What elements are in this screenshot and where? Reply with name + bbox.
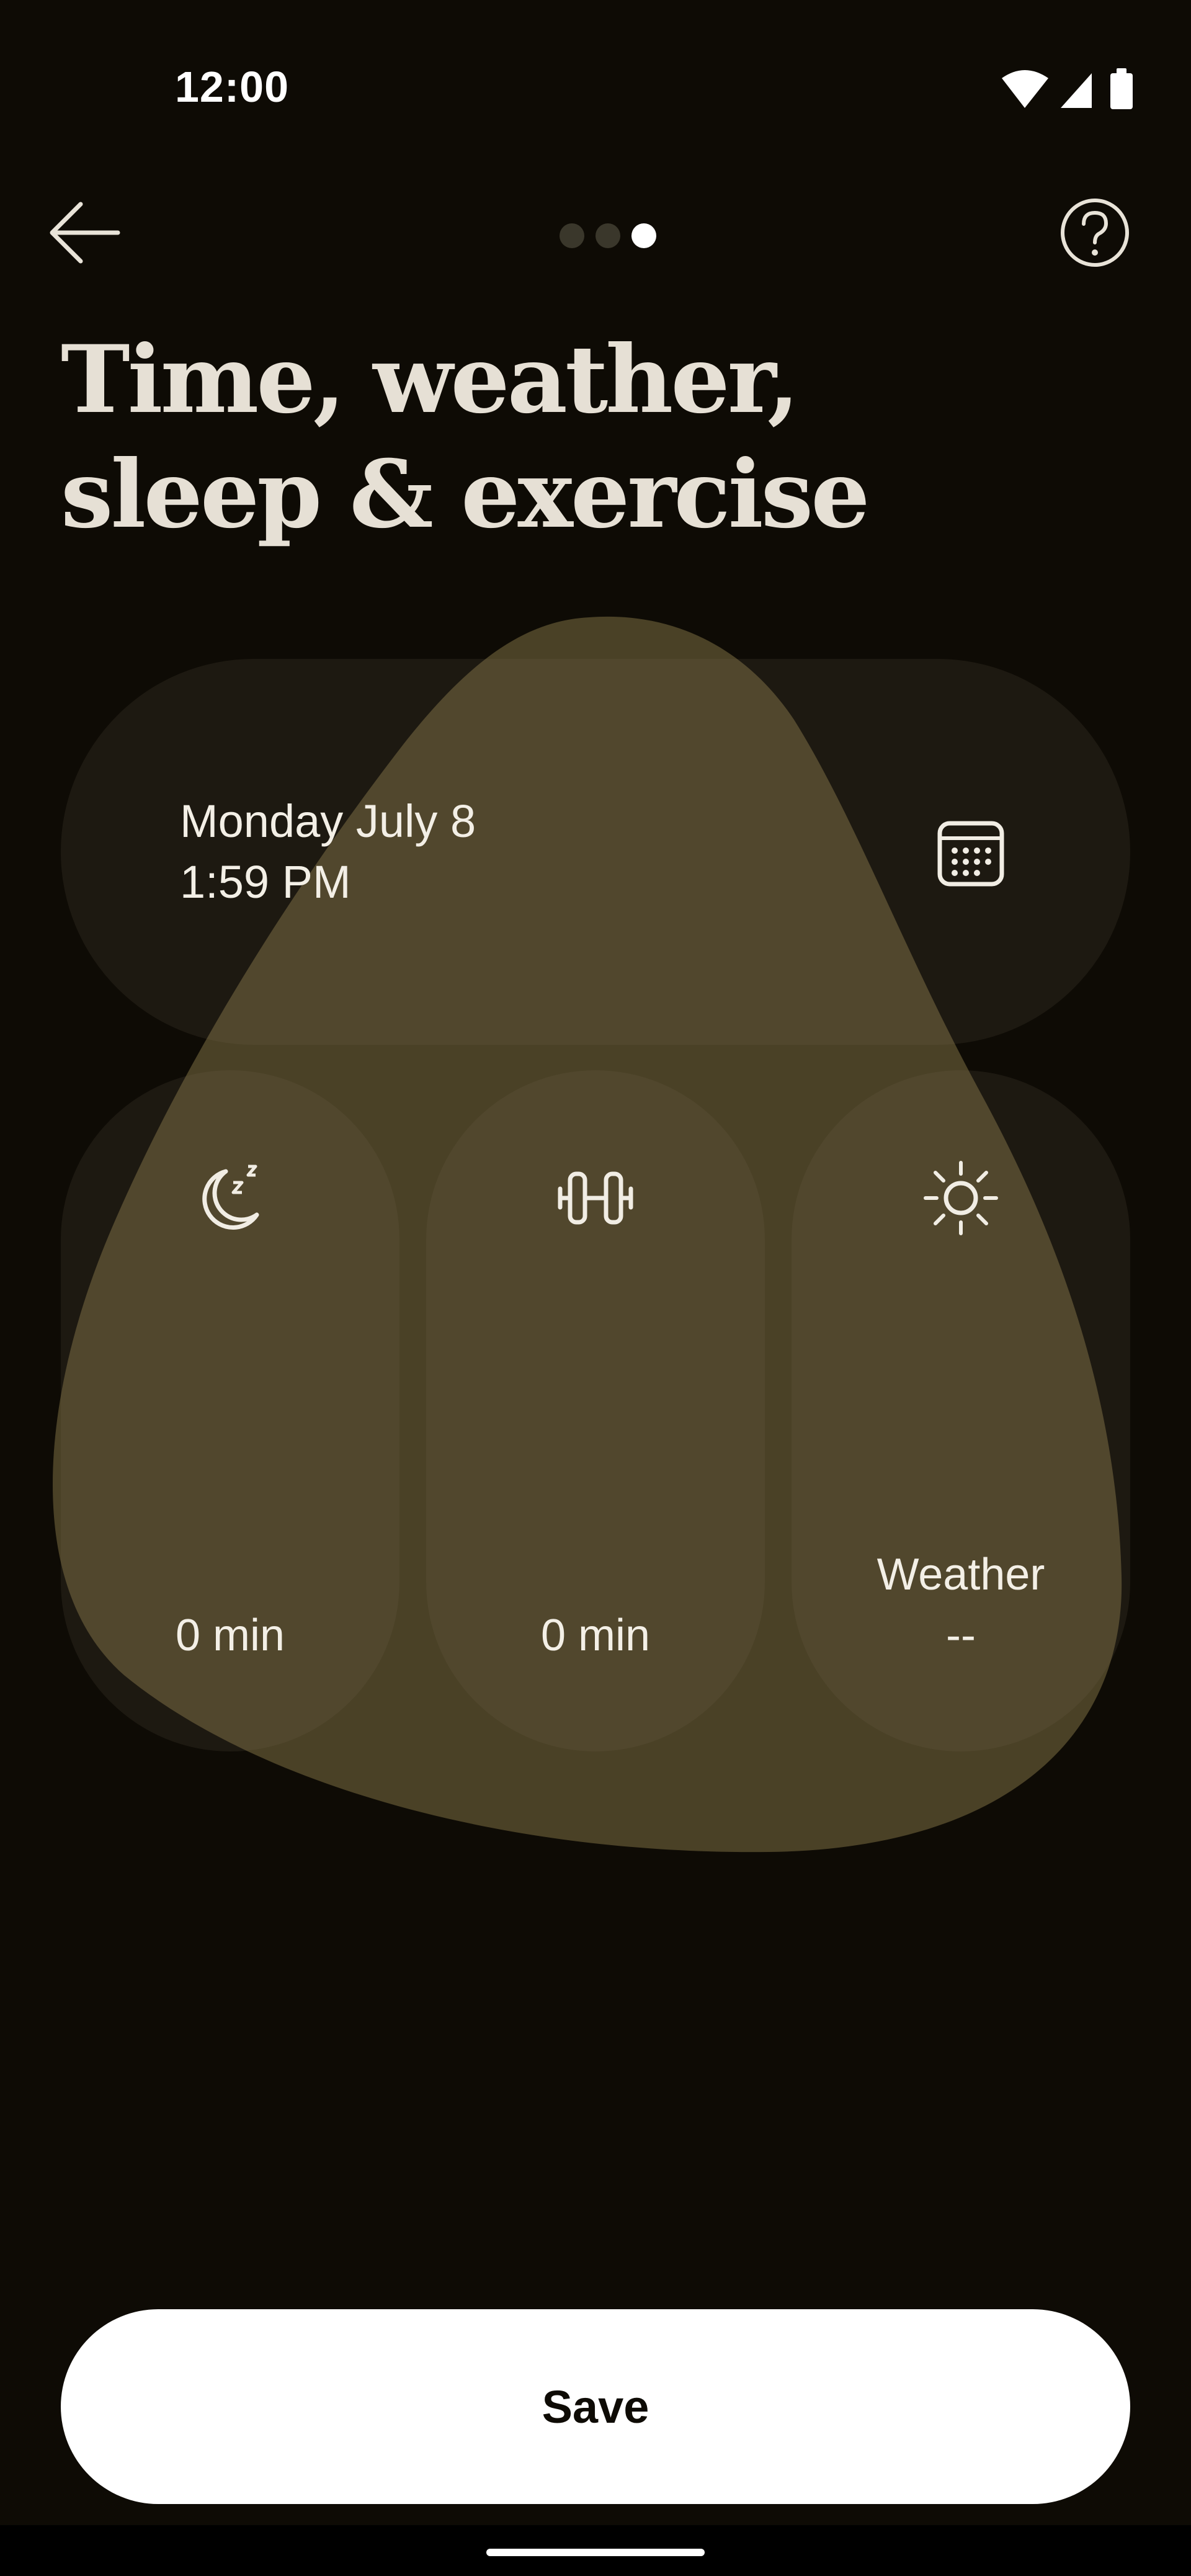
calendar-icon[interactable] <box>934 816 1008 890</box>
status-time: 12:00 <box>175 63 290 111</box>
dumbbell-icon <box>558 1171 633 1225</box>
weather-value: -- <box>946 1611 976 1660</box>
status-icons <box>1002 68 1133 109</box>
date-label: Monday July 8 <box>180 795 476 847</box>
page-dot-3-active <box>631 223 656 248</box>
page-title-line-2: sleep & exercise <box>61 440 870 549</box>
help-button[interactable] <box>1048 186 1141 279</box>
page-indicator <box>546 217 670 254</box>
moon-sleep-icon <box>202 1165 259 1230</box>
sun-icon <box>924 1161 998 1235</box>
weather-label: Weather <box>877 1550 1045 1599</box>
page-dot-1 <box>560 223 584 248</box>
sleep-value: 0 min <box>175 1611 285 1660</box>
home-gesture-handle[interactable] <box>486 2549 705 2556</box>
page-dot-2 <box>596 223 620 248</box>
page-title-line-1: Time, weather, <box>61 325 800 434</box>
help-circle-icon <box>1061 199 1129 267</box>
page-title: Time, weather, sleep & exercise <box>61 323 991 552</box>
battery-icon <box>1110 68 1133 109</box>
wifi-icon <box>1002 70 1048 108</box>
save-button[interactable]: Save <box>61 2309 1130 2504</box>
datetime-text: Monday July 8 1:59 PM <box>180 791 476 913</box>
time-label: 1:59 PM <box>180 856 351 908</box>
arrow-left-icon <box>50 202 120 264</box>
signal-icon <box>1061 73 1092 108</box>
back-button[interactable] <box>37 186 130 279</box>
exercise-value: 0 min <box>540 1611 651 1660</box>
